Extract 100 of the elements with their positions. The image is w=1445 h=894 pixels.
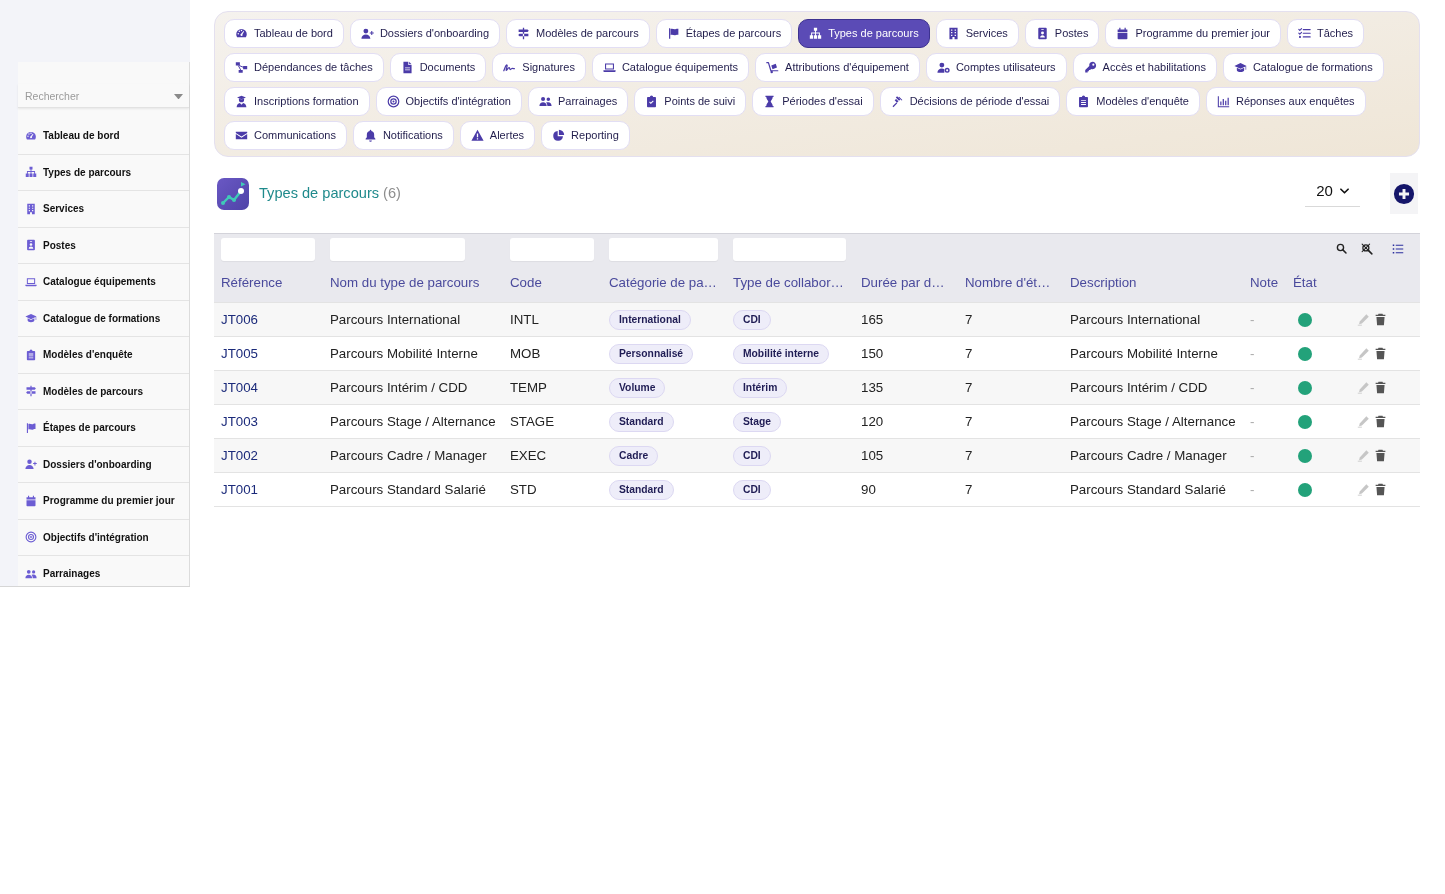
user-plus-icon <box>25 458 37 471</box>
reference-link[interactable]: JT005 <box>221 343 258 364</box>
trash-icon[interactable] <box>1374 347 1387 360</box>
column-header[interactable]: Nom du type de parcours <box>330 273 480 293</box>
nav-tab[interactable]: Signatures <box>492 53 586 82</box>
target-icon <box>386 95 400 108</box>
nav-tab[interactable]: Reporting <box>541 121 630 150</box>
pencil-icon[interactable] <box>1357 415 1370 428</box>
reference-link[interactable]: JT002 <box>221 445 258 466</box>
sidebar-item[interactable]: Postes <box>18 227 189 264</box>
reference-link[interactable]: JT003 <box>221 411 258 432</box>
column-header[interactable]: Type de collabor… <box>733 273 844 293</box>
table-cell-text: STAGE <box>510 412 555 431</box>
column-header[interactable]: Référence <box>221 273 283 293</box>
pencil-icon[interactable] <box>1357 381 1370 394</box>
nav-tab[interactable]: Alertes <box>459 121 536 150</box>
sidebar-item[interactable]: Tableau de bord <box>18 118 189 155</box>
filter-field[interactable] <box>609 237 718 261</box>
filter-field[interactable] <box>510 237 594 261</box>
nav-tab[interactable]: Décisions de période d'essai <box>879 87 1061 116</box>
filter-field[interactable] <box>330 237 465 261</box>
table-cell-text: 7 <box>965 378 973 397</box>
search-icon[interactable] <box>1336 243 1347 254</box>
table-cell-text: EXEC <box>510 446 547 465</box>
sidebar-item[interactable]: Parrainages <box>18 556 189 586</box>
tag: CDI <box>733 309 771 330</box>
column-header[interactable]: Code <box>510 273 542 293</box>
nav-tab[interactable]: Modèles de parcours <box>506 19 650 48</box>
nav-tab[interactable]: Inscriptions formation <box>224 87 370 116</box>
laptop-icon <box>25 275 37 288</box>
sidebar-item[interactable]: Services <box>18 191 189 228</box>
tag: Cadre <box>609 445 659 466</box>
table-cell-text: Parcours International <box>1070 310 1201 329</box>
list-icon[interactable] <box>1392 242 1404 255</box>
reference-link[interactable]: JT004 <box>221 377 258 398</box>
nav-tab[interactable]: Tableau de bord <box>224 19 344 48</box>
sidebar-item[interactable]: Catalogue équipements <box>18 264 189 301</box>
nav-tab[interactable]: Dossiers d'onboarding <box>349 19 500 48</box>
table-cell-text: Parcours Stage / Alternance <box>330 412 496 431</box>
column-header[interactable]: Catégorie de pa… <box>609 273 717 293</box>
trash-icon[interactable] <box>1374 449 1387 462</box>
trash-icon[interactable] <box>1374 415 1387 428</box>
column-header[interactable]: Note <box>1250 273 1279 293</box>
column-header[interactable]: Durée par d… <box>861 273 945 293</box>
hierarchy-icon <box>25 166 37 179</box>
nav-tab[interactable]: Comptes utilisateurs <box>925 53 1067 82</box>
trash-icon[interactable] <box>1374 483 1387 496</box>
search-dropdown[interactable]: Rechercher <box>18 84 189 108</box>
trash-icon[interactable] <box>1374 313 1387 326</box>
nav-tab[interactable]: Tâches <box>1286 19 1365 48</box>
sidebar-item[interactable]: Modèles d'enquête <box>18 337 189 374</box>
tag: Mobilité interne <box>733 343 830 364</box>
nav-tab[interactable]: Programme du premier jour <box>1105 19 1281 48</box>
column-header[interactable]: Description <box>1070 273 1137 293</box>
sidebar-item[interactable]: Catalogue de formations <box>18 300 189 337</box>
sidebar-item[interactable]: Programme du premier jour <box>18 483 189 520</box>
pencil-icon[interactable] <box>1357 347 1370 360</box>
column-header[interactable]: Nombre d'ét… <box>965 273 1051 293</box>
add-button[interactable] <box>1390 173 1418 214</box>
nav-tab[interactable]: Dépendances de tâches <box>224 53 384 82</box>
nav-tab[interactable]: Accès et habilitations <box>1072 53 1217 82</box>
crossed-search-icon[interactable] <box>1361 242 1373 255</box>
nav-tab[interactable]: Points de suivi <box>634 87 747 116</box>
nav-tab[interactable]: Catalogue équipements <box>591 53 750 82</box>
nav-tab[interactable]: Réponses aux enquêtes <box>1205 87 1366 116</box>
pencil-icon[interactable] <box>1357 483 1370 496</box>
reference-link[interactable]: JT006 <box>221 309 258 330</box>
users-icon <box>539 95 552 108</box>
nav-tab[interactable]: Attributions d'équipement <box>755 53 920 82</box>
pencil-icon[interactable] <box>1357 313 1370 326</box>
table-cell-text: Parcours Stage / Alternance <box>1070 412 1236 431</box>
nav-tab[interactable]: Modèles d'enquête <box>1066 87 1200 116</box>
filter-field[interactable] <box>221 237 315 261</box>
sidebar-item[interactable]: Dossiers d'onboarding <box>18 446 189 483</box>
table-cell-text: Parcours Standard Salarié <box>330 480 486 499</box>
trash-icon[interactable] <box>1374 381 1387 394</box>
table-cell-text: 7 <box>965 344 973 363</box>
nav-tab[interactable]: Types de parcours <box>798 19 930 48</box>
nav-tab[interactable]: Services <box>935 19 1019 48</box>
nav-tab[interactable]: Catalogue de formations <box>1222 53 1384 82</box>
reference-link[interactable]: JT001 <box>221 479 258 500</box>
sidebar-item[interactable]: Étapes de parcours <box>18 410 189 447</box>
nav-tab[interactable]: Documents <box>389 53 487 82</box>
nav-tab[interactable]: Communications <box>224 121 347 150</box>
table-cell-text: - <box>1250 480 1255 499</box>
pencil-icon[interactable] <box>1357 449 1370 462</box>
page-size-select[interactable]: 20 <box>1305 176 1360 207</box>
sidebar-item[interactable]: Objectifs d'intégration <box>18 519 189 556</box>
table-cell-text: MOB <box>510 344 541 363</box>
nav-tab[interactable]: Postes <box>1024 19 1100 48</box>
nav-tab[interactable]: Objectifs d'intégration <box>375 87 522 116</box>
filter-field[interactable] <box>733 237 846 261</box>
column-header[interactable]: État <box>1293 273 1317 293</box>
nav-tab[interactable]: Notifications <box>352 121 454 150</box>
nav-tab[interactable]: Parrainages <box>528 87 629 116</box>
table-cell-text: TEMP <box>510 378 547 397</box>
sidebar-item[interactable]: Modèles de parcours <box>18 373 189 410</box>
nav-tab[interactable]: Étapes de parcours <box>655 19 793 48</box>
sidebar-item[interactable]: Types de parcours <box>18 154 189 191</box>
nav-tab[interactable]: Périodes d'essai <box>752 87 874 116</box>
